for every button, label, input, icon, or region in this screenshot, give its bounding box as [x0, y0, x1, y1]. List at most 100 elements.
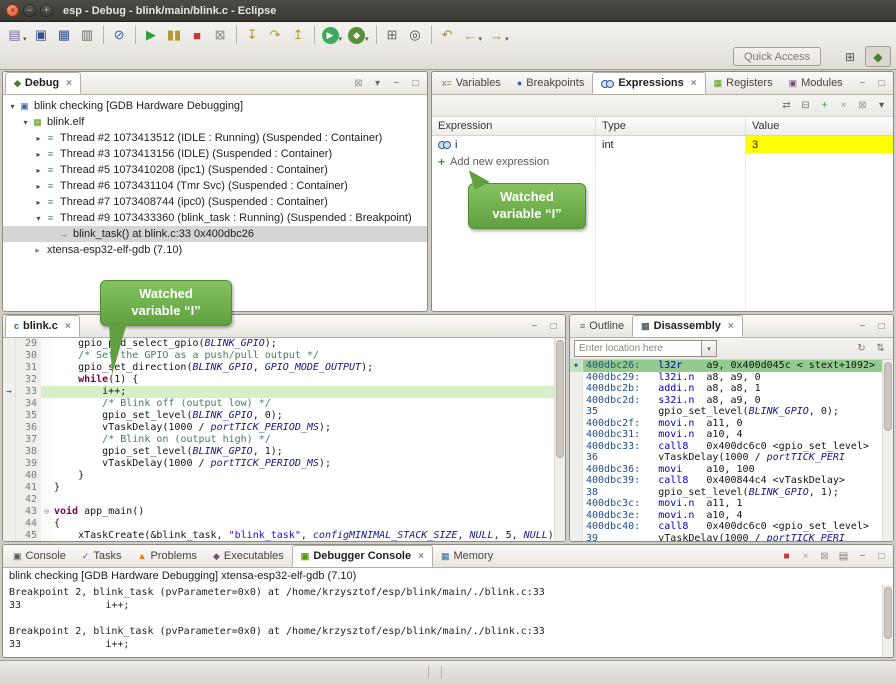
editor-line[interactable]: 29 gpio_pad_select_gpio(BLINK_GPIO);: [3, 338, 554, 350]
tab-tasks[interactable]: ✓Tasks: [74, 545, 130, 567]
disassembly-line[interactable]: 36 vTaskDelay(1000 / portTICK_PERI: [570, 452, 882, 464]
disassembly-line[interactable]: 39 vTaskDelay(1000 / portTICK_PERI: [570, 533, 882, 542]
line-number[interactable]: 39: [16, 458, 41, 470]
disassembly-line[interactable]: 400dbc39: call8 0x400844c4 <vTaskDelay>: [570, 475, 882, 487]
quick-access-button[interactable]: Quick Access: [733, 47, 821, 66]
remove-expression-icon[interactable]: ×: [835, 98, 852, 113]
line-number[interactable]: 40: [16, 470, 41, 482]
column-expression[interactable]: Expression: [432, 117, 596, 135]
location-dropdown-icon[interactable]: ▾: [702, 340, 717, 357]
line-number[interactable]: 31: [16, 362, 41, 374]
editor-line[interactable]: 34 /* Blink off (output low) */: [3, 398, 554, 410]
tab-executables[interactable]: ◆Executables: [205, 545, 292, 567]
remove-all-launches-icon[interactable]: ⊠: [816, 549, 833, 564]
fold-icon[interactable]: ⊖: [41, 506, 52, 518]
maximize-icon[interactable]: □: [873, 319, 890, 334]
editor-line[interactable]: 31 gpio_set_direction(BLINK_GPIO, GPIO_M…: [3, 362, 554, 374]
maximize-icon[interactable]: □: [873, 549, 890, 564]
add-expression-icon[interactable]: +: [816, 98, 833, 113]
maximize-button[interactable]: +: [40, 4, 53, 17]
disassembly-line[interactable]: 400dbc2f: movi.n a11, 0: [570, 418, 882, 430]
editor-scrollbar[interactable]: [554, 338, 565, 541]
terminate-icon[interactable]: ■: [778, 549, 795, 564]
disassembly-scrollbar[interactable]: [882, 360, 893, 541]
line-number[interactable]: 44: [16, 518, 41, 530]
forward-icon-dropdown[interactable]: ▾: [505, 35, 509, 43]
location-input[interactable]: Enter location here: [574, 340, 702, 357]
step-into-icon[interactable]: ↧: [241, 25, 264, 46]
tab-console[interactable]: ▣Console: [5, 545, 74, 567]
refresh-icon[interactable]: ↻: [853, 341, 870, 356]
debug-tree-item[interactable]: ▸xtensa-esp32-elf-gdb (7.10): [3, 242, 427, 258]
debug-icon[interactable]: ◆: [348, 27, 365, 44]
maximize-icon[interactable]: □: [873, 76, 890, 91]
expander-icon[interactable]: ▸: [33, 134, 44, 143]
line-number[interactable]: 38: [16, 446, 41, 458]
location-combo[interactable]: Enter location here ▾: [574, 340, 717, 357]
back-icon-dropdown[interactable]: ▾: [479, 35, 483, 43]
disassembly-line[interactable]: 400dbc40: call8 0x400dc6c0 <gpio_set_lev…: [570, 521, 882, 533]
debug-tree-item[interactable]: ▸≡Thread #5 1073410208 (ipc1) (Suspended…: [3, 162, 427, 178]
sash-handle[interactable]: [428, 666, 442, 678]
line-number[interactable]: 30: [16, 350, 41, 362]
line-number[interactable]: 45: [16, 530, 41, 541]
column-type[interactable]: Type: [596, 117, 746, 135]
disassembly-line[interactable]: 400dbc29: l32i.n a8, a9, 0: [570, 372, 882, 384]
disassembly-line[interactable]: 400dbc31: movi.n a10, 4: [570, 429, 882, 441]
run-icon[interactable]: ▶: [322, 27, 339, 44]
minimize-icon[interactable]: −: [388, 76, 405, 91]
close-icon[interactable]: ×: [691, 78, 697, 89]
save-icon[interactable]: ▣: [30, 25, 53, 46]
new-project-icon[interactable]: ⊞: [381, 25, 404, 46]
line-number[interactable]: 33: [16, 386, 41, 398]
debug-tree-item[interactable]: ▸≡Thread #2 1073413512 (IDLE : Running) …: [3, 130, 427, 146]
code-area[interactable]: 29 gpio_pad_select_gpio(BLINK_GPIO);30 /…: [3, 338, 554, 541]
save-all-icon[interactable]: ▦: [53, 25, 76, 46]
open-perspective-icon[interactable]: ⊞: [837, 46, 863, 67]
view-menu-icon[interactable]: ▾: [873, 98, 890, 113]
close-icon[interactable]: ×: [418, 551, 424, 562]
line-number[interactable]: 35: [16, 410, 41, 422]
editor-line[interactable]: 30 /* Set the GPIO as a push/pull output…: [3, 350, 554, 362]
search-icon[interactable]: ◎: [404, 25, 427, 46]
line-number[interactable]: 37: [16, 434, 41, 446]
tab-blink-c[interactable]: cblink.c×: [5, 315, 80, 337]
debug-tree-item[interactable]: ▸≡Thread #6 1073431104 (Tmr Svc) (Suspen…: [3, 178, 427, 194]
expander-icon[interactable]: ▾: [7, 102, 18, 111]
editor-line[interactable]: 36 vTaskDelay(1000 / portTICK_PERIOD_MS)…: [3, 422, 554, 434]
print-icon[interactable]: ▥: [76, 25, 99, 46]
minimize-icon[interactable]: −: [854, 319, 871, 334]
editor-line[interactable]: 39 vTaskDelay(1000 / portTICK_PERIOD_MS)…: [3, 458, 554, 470]
column-value[interactable]: Value: [746, 117, 893, 135]
show-types-icon[interactable]: ⇄: [778, 98, 795, 113]
scrollbar-thumb[interactable]: [884, 587, 892, 639]
console-scrollbar[interactable]: [882, 585, 893, 657]
tab-memory[interactable]: ▦Memory: [433, 545, 501, 567]
resume-icon[interactable]: ▶: [140, 25, 163, 46]
debug-tree-item[interactable]: ▸≡Thread #3 1073413156 (IDLE) (Suspended…: [3, 146, 427, 162]
line-number[interactable]: 43: [16, 506, 41, 518]
close-button[interactable]: ×: [6, 4, 19, 17]
tab-debugger-console[interactable]: ▣Debugger Console×: [292, 545, 433, 567]
close-icon[interactable]: ×: [66, 78, 72, 89]
tab-problems[interactable]: ▲Problems: [130, 545, 205, 567]
line-number[interactable]: 34: [16, 398, 41, 410]
new-wizard-icon-dropdown[interactable]: ▾: [23, 35, 27, 43]
expander-icon[interactable]: ▸: [33, 166, 44, 175]
tab-registers[interactable]: ▦Registers: [706, 72, 781, 94]
disassembly-line[interactable]: 400dbc36: movi a10, 100: [570, 464, 882, 476]
remove-launch-icon[interactable]: ×: [797, 549, 814, 564]
expander-icon[interactable]: ▾: [33, 214, 44, 223]
debug-icon-dropdown[interactable]: ▾: [365, 35, 369, 43]
line-number[interactable]: 42: [16, 494, 41, 506]
minimize-icon[interactable]: −: [526, 319, 543, 334]
tab-modules[interactable]: ▣Modules: [781, 72, 851, 94]
tab-outline[interactable]: ≡Outline: [572, 315, 632, 337]
close-icon[interactable]: ×: [728, 321, 734, 332]
remove-all-icon[interactable]: ⊠: [854, 98, 871, 113]
remove-terminated-icon[interactable]: ⊠: [350, 76, 367, 91]
skip-breakpoints-icon[interactable]: ⊘: [108, 25, 131, 46]
expander-icon[interactable]: ▸: [33, 150, 44, 159]
editor-line[interactable]: 38 gpio_set_level(BLINK_GPIO, 1);: [3, 446, 554, 458]
disassembly-line[interactable]: 35 gpio_set_level(BLINK_GPIO, 0);: [570, 406, 882, 418]
